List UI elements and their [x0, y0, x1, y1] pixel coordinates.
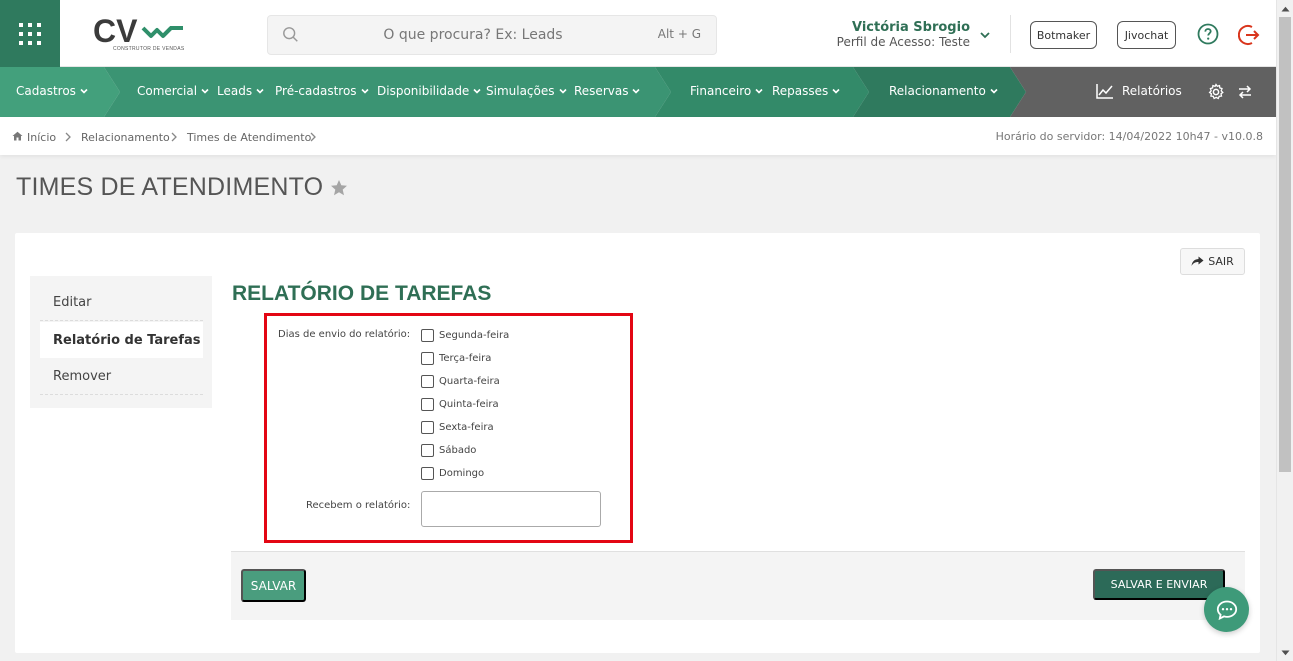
- apps-menu-button[interactable]: [0, 0, 60, 67]
- exit-button[interactable]: SAIR: [1180, 248, 1245, 275]
- checkbox[interactable]: [421, 351, 434, 365]
- chevron-right-icon: [310, 132, 316, 142]
- scroll-up-icon[interactable]: [1281, 6, 1290, 12]
- user-name: Victória Sbrogio: [851, 20, 970, 35]
- nav-cadastros[interactable]: Cadastros: [16, 84, 89, 98]
- checkbox-thursday[interactable]: Quinta-feira: [421, 397, 499, 411]
- logout-icon[interactable]: [1238, 23, 1262, 47]
- nav-financeiro[interactable]: Financeiro: [690, 84, 764, 98]
- checkbox-monday[interactable]: Segunda-feira: [421, 328, 509, 342]
- breadcrumb-item-times[interactable]: Times de Atendimento: [187, 131, 311, 144]
- checkbox-sunday[interactable]: Domingo: [421, 466, 484, 480]
- checkbox-saturday[interactable]: Sábado: [421, 443, 476, 457]
- logo[interactable]: CV CONSTRUTOR DE VENDAS: [93, 13, 193, 56]
- global-search[interactable]: Alt + G: [267, 15, 717, 55]
- svg-text:CV: CV: [93, 14, 138, 48]
- chevron-down-icon: [201, 88, 209, 94]
- scrollbar[interactable]: [1276, 0, 1293, 661]
- nav-comercial[interactable]: Comercial: [137, 84, 210, 98]
- nav-relacionamento[interactable]: Relacionamento: [889, 84, 999, 98]
- user-profile: Perfil de Acesso: Teste: [836, 35, 970, 49]
- chart-line-icon: [1096, 84, 1113, 99]
- star-icon[interactable]: [330, 179, 348, 197]
- home-icon: [12, 131, 23, 141]
- section-title: RELATÓRIO DE TAREFAS: [232, 282, 492, 305]
- logo-mark: CV: [93, 13, 183, 49]
- main-nav: Cadastros Comercial Leads Pré-cadastros …: [0, 67, 1276, 117]
- help-icon[interactable]: [1197, 23, 1219, 45]
- chat-button[interactable]: [1204, 587, 1249, 632]
- checkbox[interactable]: [421, 328, 434, 342]
- checkbox[interactable]: [421, 466, 434, 480]
- nav-relatorios[interactable]: Relatórios: [1096, 83, 1182, 99]
- server-time: Horário do servidor: 14/04/2022 10h47 - …: [995, 130, 1263, 143]
- nav-reservas[interactable]: Reservas: [574, 84, 641, 98]
- gear-icon[interactable]: [1207, 83, 1225, 101]
- breadcrumb: Início Relacionamento Times de Atendimen…: [0, 117, 1276, 155]
- save-and-send-button[interactable]: SALVAR E ENVIAR: [1093, 569, 1225, 600]
- logo-subtext: CONSTRUTOR DE VENDAS: [113, 46, 185, 52]
- checkbox-friday[interactable]: Sexta-feira: [421, 420, 494, 434]
- chevron-down-icon: [832, 88, 840, 94]
- recipients-label: Recebem o relatório:: [306, 500, 411, 511]
- page-title: TIMES DE ATENDIMENTO: [16, 173, 324, 201]
- chevron-down-icon: [755, 88, 763, 94]
- checkbox[interactable]: [421, 443, 434, 457]
- side-item-remover[interactable]: Remover: [40, 359, 203, 395]
- chevron-right-icon: [171, 132, 177, 142]
- grid-icon: [19, 22, 41, 45]
- nav-disponibilidade[interactable]: Disponibilidade: [377, 84, 482, 98]
- chevron-down-icon: [990, 88, 998, 94]
- scroll-down-icon[interactable]: [1281, 650, 1290, 656]
- search-shortcut: Alt + G: [657, 27, 701, 41]
- chevron-down-icon: [360, 88, 369, 94]
- side-item-editar[interactable]: Editar: [40, 285, 203, 321]
- nav-repasses[interactable]: Repasses: [772, 84, 841, 98]
- swap-icon[interactable]: [1237, 84, 1253, 100]
- checkbox[interactable]: [421, 420, 434, 434]
- checkbox-wednesday[interactable]: Quarta-feira: [421, 374, 500, 388]
- chat-icon: [1216, 600, 1237, 620]
- search-input[interactable]: [308, 16, 638, 54]
- checkbox[interactable]: [421, 397, 434, 411]
- nav-simulacoes[interactable]: Simulações: [486, 84, 568, 98]
- nav-pre-cadastros[interactable]: Pré-cadastros: [275, 84, 370, 98]
- user-menu[interactable]: Victória Sbrogio Perfil de Acesso: Teste: [820, 16, 996, 56]
- chevron-down-icon: [980, 32, 990, 39]
- nav-leads[interactable]: Leads: [217, 84, 265, 98]
- botmaker-button[interactable]: Botmaker: [1030, 21, 1097, 49]
- days-label: Dias de envio do relatório:: [278, 329, 411, 340]
- chevron-down-icon: [558, 88, 567, 94]
- checkbox-tuesday[interactable]: Terça-feira: [421, 351, 491, 365]
- share-arrow-icon: [1191, 256, 1204, 266]
- scrollbar-thumb[interactable]: [1279, 17, 1291, 472]
- breadcrumb-item-inicio[interactable]: Início: [27, 131, 56, 144]
- side-item-relatorio-tarefas[interactable]: Relatório de Tarefas: [40, 322, 203, 358]
- save-button[interactable]: SALVAR: [241, 569, 306, 602]
- jivochat-button[interactable]: Jivochat: [1117, 21, 1176, 49]
- search-icon: [283, 27, 298, 42]
- checkbox[interactable]: [421, 374, 434, 388]
- divider: [1010, 15, 1011, 53]
- chevron-down-icon: [256, 88, 264, 94]
- breadcrumb-item-relacionamento[interactable]: Relacionamento: [81, 131, 170, 144]
- chevron-down-icon: [473, 88, 481, 94]
- recipients-input[interactable]: [421, 491, 601, 527]
- top-header: CV CONSTRUTOR DE VENDAS Alt + G Victória…: [0, 0, 1276, 67]
- chevron-down-icon: [632, 88, 641, 94]
- chevron-down-icon: [80, 88, 88, 94]
- chevron-right-icon: [65, 132, 71, 142]
- side-menu: Editar Relatório de Tarefas Remover: [30, 276, 212, 408]
